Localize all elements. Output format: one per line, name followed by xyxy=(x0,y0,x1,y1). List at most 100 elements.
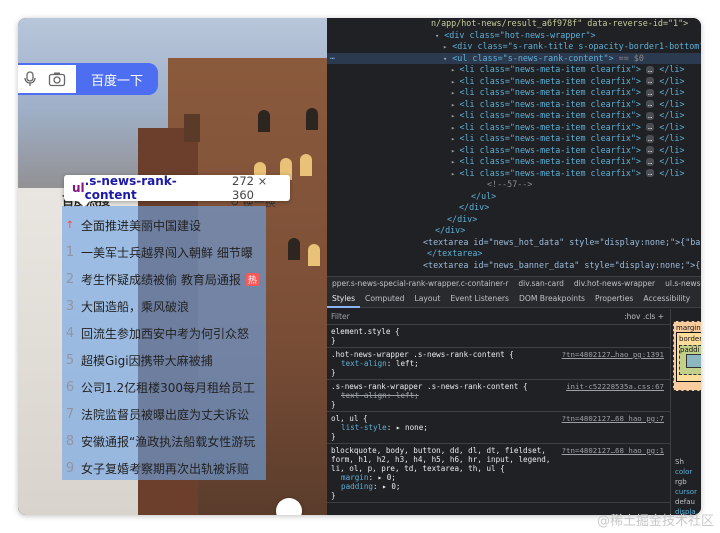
style-property[interactable]: list-style: ▸ none; xyxy=(331,423,666,432)
rank-list-item[interactable]: 3 大国造船，乘风破浪 xyxy=(62,293,272,320)
rank-title[interactable]: 一美军士兵越界闯入朝鲜 细节曝 xyxy=(81,244,253,261)
dom-node[interactable]: </div> xyxy=(327,202,701,214)
property-name: padding xyxy=(341,482,374,491)
box-model-margin: margin border paddi xyxy=(673,321,701,391)
dom-node-text: <li class="news-meta-item clearfix"> xyxy=(459,75,641,86)
dom-node-li[interactable]: ▸ <li class="news-meta-item clearfix"> …… xyxy=(327,133,701,145)
rank-list-item[interactable]: 1 一美军士兵越界闯入朝鲜 细节曝 xyxy=(62,239,272,266)
rank-title[interactable]: 公司1.2亿租楼300每月租给员工 xyxy=(81,379,255,396)
rank-list-item[interactable]: 7 法院监督员被曝出庭为丈夫诉讼 xyxy=(62,401,272,428)
rank-title[interactable]: 安徽通报“渔政执法船载女性游玩 xyxy=(81,433,255,450)
computed-item[interactable]: Sh xyxy=(675,457,697,467)
collapsed-content-icon[interactable]: … xyxy=(646,88,655,97)
dom-node-li[interactable]: ▸ <li class="news-meta-item clearfix"> …… xyxy=(327,87,701,99)
camera-icon[interactable] xyxy=(48,71,66,87)
rank-list-item[interactable]: 8 安徽通报“渔政执法船载女性游玩 xyxy=(62,428,272,455)
collapsed-content-icon[interactable]: … xyxy=(646,134,655,143)
collapsed-content-icon[interactable]: … xyxy=(646,146,655,154)
dom-node[interactable]: <textarea id="news_hot_data" style="disp… xyxy=(327,237,701,249)
dom-node-li[interactable]: ▸ <li class="news-meta-item clearfix"> …… xyxy=(327,145,701,157)
devtools-tab[interactable]: Layout xyxy=(409,290,445,308)
expand-triangle-icon[interactable]: ▸ xyxy=(443,43,447,51)
computed-item[interactable]: cursor xyxy=(675,487,697,497)
background-window xyxy=(258,110,270,132)
computed-item[interactable]: defau xyxy=(675,497,697,507)
collapsed-content-icon[interactable]: … xyxy=(646,157,655,166)
style-property[interactable]: text-align: left; xyxy=(331,359,666,368)
collapse-triangle-icon[interactable]: ▾ xyxy=(435,32,439,40)
devtools-tab[interactable]: Properties xyxy=(590,290,638,308)
dom-node[interactable]: <textarea id="news_banner_data" style="d… xyxy=(327,260,701,272)
style-property[interactable]: text-align: left; xyxy=(331,391,666,400)
rank-list-item[interactable]: 6 公司1.2亿租楼300每月租给员工 xyxy=(62,374,272,401)
devtools-tab[interactable]: Computed xyxy=(360,290,409,308)
styles-filter[interactable]: Filter :hov .cls + xyxy=(327,309,670,325)
dom-node-li[interactable]: ▸ <li class="news-meta-item clearfix"> …… xyxy=(327,156,701,168)
breadcrumb-item[interactable]: pper.s-news-special-rank-wrapper.c-conta… xyxy=(327,279,513,288)
style-property[interactable]: margin: ▸ 0; xyxy=(331,473,666,482)
computed-item[interactable]: color xyxy=(675,467,697,477)
rank-title[interactable]: 回流生参加西安中考为何引众怒 xyxy=(81,325,249,342)
styles-pane[interactable]: Filter :hov .cls + element.style {} .hot-… xyxy=(327,309,670,515)
collapsed-content-icon[interactable]: … xyxy=(646,169,655,177)
search-button[interactable]: 百度一下 xyxy=(76,63,158,95)
collapsed-content-icon[interactable]: … xyxy=(646,65,655,74)
devtools-tab[interactable]: Styles xyxy=(327,290,361,308)
rank-list-item[interactable]: 2 考生怀疑成绩被偷 教育局通报热 xyxy=(62,266,272,293)
rank-list-item[interactable]: 5 超模Gigi因携带大麻被捕 xyxy=(62,347,272,374)
dom-node[interactable]: <!--57--> xyxy=(327,179,701,191)
rank-title[interactable]: 考生怀疑成绩被偷 教育局通报 xyxy=(81,271,241,288)
collapse-triangle-icon[interactable]: ▾ xyxy=(443,55,447,63)
elements-tree[interactable]: n/app/hot-news/result_a6f978f" data-reve… xyxy=(327,18,701,276)
style-property[interactable]: padding: ▸ 0; xyxy=(331,482,666,491)
dom-node-li[interactable]: ▸ <li class="news-meta-item clearfix"> …… xyxy=(327,168,701,180)
style-rule[interactable]: blockquote, body, button, dd, dl, dt, fi… xyxy=(327,444,670,503)
rank-title[interactable]: 全面推进美丽中国建设 xyxy=(81,217,201,234)
collapsed-content-icon[interactable]: … xyxy=(646,77,655,85)
dom-node[interactable]: n/app/hot-news/result_a6f978f" data-reve… xyxy=(327,18,701,30)
rank-title[interactable]: 超模Gigi因携带大麻被捕 xyxy=(81,352,213,369)
collapsed-content-icon[interactable]: … xyxy=(646,111,655,120)
property-value: ▸ none; xyxy=(395,423,428,432)
rule-source-link[interactable]: ?tn=4802127…68_hao_pg:1 xyxy=(562,446,664,455)
dom-node-li[interactable]: ▸ <li class="news-meta-item clearfix"> …… xyxy=(327,99,701,111)
style-rule[interactable]: .s-news-rank-wrapper .s-news-rank-conten… xyxy=(327,380,670,412)
dom-node[interactable]: </div> xyxy=(327,225,701,237)
dom-node[interactable]: ▸ <div class="s-rank-title s-opacity-bor… xyxy=(327,41,701,53)
breadcrumb-item[interactable]: div.hot-news-wrapper xyxy=(569,279,660,288)
devtools-tab[interactable]: Accessibility xyxy=(638,290,695,308)
devtools-tab[interactable]: Event Listeners xyxy=(445,290,514,308)
breadcrumb-item[interactable]: ul.s-news-ran xyxy=(660,279,701,288)
dom-node-li[interactable]: ▸ <li class="news-meta-item clearfix"> …… xyxy=(327,76,701,88)
style-rule[interactable]: element.style {} xyxy=(327,325,670,348)
more-icon[interactable]: … xyxy=(330,52,335,61)
breadcrumb-item[interactable]: div.san-card xyxy=(513,279,568,288)
dom-node[interactable]: </textarea> xyxy=(327,248,701,260)
rank-list-item[interactable]: ↑ 全面推进美丽中国建设 xyxy=(62,212,272,239)
rank-list-item[interactable]: 4 回流生参加西安中考为何引众怒 xyxy=(62,320,272,347)
dom-node[interactable]: </ul> xyxy=(327,191,701,203)
rule-source-link[interactable]: ?tn=4802127…68_hao_pg:7 xyxy=(562,414,664,423)
collapsed-content-icon[interactable]: … xyxy=(646,100,655,108)
style-rule[interactable]: .hot-news-wrapper .s-news-rank-content {… xyxy=(327,348,670,380)
filter-input[interactable]: Filter xyxy=(331,312,350,321)
rule-source-link[interactable]: init-c52228535a.css:67 xyxy=(566,382,664,391)
style-rule[interactable]: ol, ul {?tn=4802127…68_hao_pg:7 list-styl… xyxy=(327,412,670,444)
microphone-icon[interactable] xyxy=(24,71,36,87)
rank-list-item[interactable]: 9 女子复婚考察期再次出轨被诉赔 xyxy=(62,455,272,482)
collapsed-content-icon[interactable]: … xyxy=(646,123,655,131)
dom-node-li[interactable]: ▸ <li class="news-meta-item clearfix"> …… xyxy=(327,110,701,122)
dom-node-close: </li> xyxy=(659,75,685,86)
rank-title[interactable]: 法院监督员被曝出庭为丈夫诉讼 xyxy=(81,406,249,423)
dom-node-li[interactable]: ▸ <li class="news-meta-item clearfix"> …… xyxy=(327,64,701,76)
rank-title[interactable]: 女子复婚考察期再次出轨被诉赔 xyxy=(81,460,249,477)
filter-toolbar[interactable]: :hov .cls + xyxy=(624,312,664,321)
dom-node[interactable]: </div> xyxy=(327,214,701,226)
dom-node[interactable]: ▾ <div class="hot-news-wrapper"> xyxy=(327,30,701,42)
dom-node-selected[interactable]: ▾ <ul class="s-news-rank-content"> == $0 xyxy=(327,52,701,64)
dom-node-li[interactable]: ▸ <li class="news-meta-item clearfix"> …… xyxy=(327,122,701,134)
rank-title[interactable]: 大国造船，乘风破浪 xyxy=(81,298,189,315)
computed-item[interactable]: rgb xyxy=(675,477,697,487)
devtools-tab[interactable]: DOM Breakpoints xyxy=(514,290,590,308)
rule-source-link[interactable]: ?tn=4802127…hao_pg:1391 xyxy=(562,350,664,359)
